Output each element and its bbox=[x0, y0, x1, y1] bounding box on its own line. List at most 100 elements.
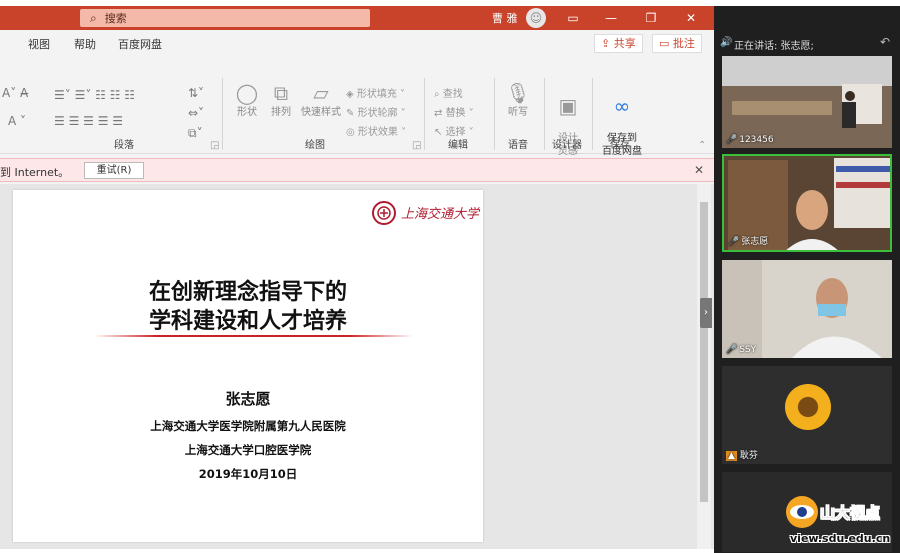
group-voice: 语音 bbox=[508, 140, 528, 151]
collapse-ribbon-icon[interactable]: ⌃ bbox=[698, 140, 706, 151]
share-icon: ⇪ bbox=[601, 37, 614, 50]
logo-text: 上海交通大学 bbox=[401, 207, 480, 222]
user-avatar-icon[interactable]: ☺ bbox=[526, 8, 546, 28]
shape-outline-option[interactable]: ✎ 形状轮廓 ˅ bbox=[346, 104, 406, 119]
shape-fill-option[interactable]: ◈ 形状填充 ˅ bbox=[346, 85, 405, 100]
text-color-icon[interactable]: A ˅ bbox=[8, 114, 26, 128]
microphone-icon: 🎤 bbox=[728, 237, 740, 247]
menu-help[interactable]: 帮助 bbox=[74, 36, 96, 52]
paint-bucket-icon: ◈ bbox=[346, 89, 357, 100]
retry-button[interactable]: 重试(R) bbox=[84, 162, 144, 179]
find-icon: ⌕ bbox=[434, 89, 443, 100]
group-separator bbox=[592, 78, 593, 150]
participant-tile-3[interactable]: 🎤 SSY bbox=[722, 260, 892, 358]
participant-tile-4[interactable]: ▲ 耿芬 bbox=[722, 366, 892, 464]
group-drawing: 绘图 bbox=[305, 140, 325, 151]
slide-title-line1: 在创新理念指导下的 bbox=[148, 280, 347, 305]
menu-bar: 视图 帮助 百度网盘 ⇪ 共享 ▭ 批注 bbox=[0, 30, 714, 56]
sunflower-avatar bbox=[785, 384, 831, 430]
replace-option[interactable]: ⇄ 替换 ˅ bbox=[434, 104, 474, 119]
comment-button[interactable]: ▭ 批注 bbox=[652, 34, 702, 53]
effects-icon: ◎ bbox=[346, 127, 358, 138]
group-separator bbox=[544, 78, 545, 150]
group-paragraph: 段落 bbox=[114, 140, 134, 151]
baidu-netdisk-icon: ∞ bbox=[613, 94, 631, 118]
university-logo: 上海交通大学 bbox=[371, 198, 481, 228]
quick-styles-button[interactable]: ▱ 快速样式 bbox=[298, 80, 344, 119]
participant-tile-2-active[interactable]: 🎤 张志愿 bbox=[722, 154, 892, 252]
ribbon-display-icon[interactable]: ▭ bbox=[562, 8, 584, 28]
eye-logo-icon bbox=[786, 496, 818, 528]
shapes-label: 形状 bbox=[237, 107, 257, 118]
drawing-launcher-icon[interactable]: ◲ bbox=[412, 140, 421, 151]
quick-styles-icon: ▱ bbox=[313, 81, 329, 105]
shape-effects-option[interactable]: ◎ 形状效果 ˅ bbox=[346, 123, 406, 138]
close-icon[interactable]: ✕ bbox=[694, 163, 704, 177]
ribbon: A˅ A̶ A ˅ ☰˅ ☰˅ ☷ ☷ ☷ ☰ ☰ ☰ ☰ ☰ ⇅˅ ⇔˅ ⧉˅… bbox=[0, 56, 714, 157]
slide[interactable]: 上海交通大学 在创新理念指导下的 学科建设和人才培养 张志愿 上海交通大学医学院… bbox=[13, 190, 483, 542]
menu-baidu-netdisk[interactable]: 百度网盘 bbox=[118, 36, 162, 52]
watermark-url: view.sdu.edu.cn bbox=[790, 532, 891, 545]
watermark-title: 山大视点 bbox=[820, 504, 881, 523]
align-icon[interactable]: ☰ ☰ ☰ ☰ ☰ bbox=[54, 114, 123, 128]
group-editing: 编辑 bbox=[448, 140, 468, 151]
search-placeholder: 搜索 bbox=[104, 12, 127, 25]
share-button[interactable]: ⇪ 共享 bbox=[594, 34, 643, 53]
meeting-panel: 🔊 正在讲话: 张志愿; ↶ 🎤 123456 🎤 张志愿 🎤 SSY ▲ 耿芬 bbox=[714, 6, 900, 553]
panel-collapse-handle[interactable]: › bbox=[700, 298, 712, 328]
group-save: 保存 bbox=[610, 140, 630, 151]
dictate-label: 听写 bbox=[508, 107, 528, 118]
minimize-icon[interactable]: — bbox=[600, 8, 622, 28]
participant-tile-1[interactable]: 🎤 123456 bbox=[722, 56, 892, 148]
arrange-button[interactable]: ⧉ 排列 bbox=[266, 80, 296, 119]
restore-icon[interactable]: ❐ bbox=[640, 8, 662, 28]
slide-title-line2: 学科建设和人才培养 bbox=[148, 309, 347, 334]
back-icon[interactable]: ↶ bbox=[880, 35, 890, 49]
user-badge-icon: ▲ bbox=[726, 451, 737, 461]
participant-name: ▲ 耿芬 bbox=[726, 451, 758, 461]
group-designer: 设计器 bbox=[552, 140, 582, 151]
powerpoint-window: ⌕ 搜索 曹 雅 ☺ ▭ — ❐ ✕ 视图 帮助 百度网盘 ⇪ 共享 ▭ 批注 … bbox=[0, 6, 714, 549]
arrange-label: 排列 bbox=[271, 107, 291, 118]
affiliation-line2: 上海交通大学口腔医学院 bbox=[184, 443, 312, 457]
title-divider bbox=[93, 335, 413, 337]
bullets-icon[interactable]: ☰˅ ☰˅ ☷ ☷ ☷ bbox=[54, 88, 135, 102]
close-icon[interactable]: ✕ bbox=[680, 8, 702, 28]
message-text: 到 Internet。 bbox=[0, 166, 70, 179]
title-bar: ⌕ 搜索 曹 雅 ☺ ▭ — ❐ ✕ bbox=[0, 6, 714, 30]
font-color-icon[interactable]: A˅ A̶ bbox=[2, 86, 28, 100]
menu-view[interactable]: 视图 bbox=[28, 36, 50, 52]
vertical-scrollbar[interactable] bbox=[697, 184, 711, 549]
shapes-icon: ◯ bbox=[235, 81, 259, 105]
speaking-indicator: 正在讲话: 张志愿; bbox=[734, 41, 814, 52]
search-box[interactable]: ⌕ 搜索 bbox=[80, 9, 370, 27]
quick-styles-label: 快速样式 bbox=[301, 107, 341, 118]
find-option[interactable]: ⌕ 查找 bbox=[434, 85, 463, 100]
mic-muted-icon: 🎤 bbox=[726, 345, 738, 355]
share-label: 共享 bbox=[613, 37, 636, 50]
comment-label: 批注 bbox=[672, 37, 695, 50]
group-separator bbox=[222, 78, 223, 150]
text-direction-icon[interactable]: ⇅˅ bbox=[188, 86, 204, 100]
affiliation-line1: 上海交通大学医学院附属第九人民医院 bbox=[150, 419, 346, 433]
participant-name: 🎤 123456 bbox=[726, 135, 774, 145]
presentation-date: 2019年10月10日 bbox=[198, 467, 298, 481]
search-icon: ⌕ bbox=[90, 10, 97, 25]
screen: ⌕ 搜索 曹 雅 ☺ ▭ — ❐ ✕ 视图 帮助 百度网盘 ⇪ 共享 ▭ 批注 … bbox=[0, 0, 900, 553]
paragraph-launcher-icon[interactable]: ◲ bbox=[210, 140, 219, 151]
smartart-icon[interactable]: ⧉˅ bbox=[188, 126, 203, 141]
presenter-name: 张志愿 bbox=[225, 390, 271, 408]
dictate-button[interactable]: 🎙 听写 bbox=[500, 80, 536, 119]
comment-icon: ▭ bbox=[659, 37, 673, 50]
pen-icon: ✎ bbox=[346, 108, 358, 119]
group-separator bbox=[494, 78, 495, 150]
user-name[interactable]: 曹 雅 bbox=[492, 10, 518, 26]
microphone-icon: 🎙 bbox=[505, 81, 531, 105]
scrollbar-thumb[interactable] bbox=[700, 202, 708, 502]
slide-editing-area: 上海交通大学 在创新理念指导下的 学科建设和人才培养 张志愿 上海交通大学医学院… bbox=[0, 184, 714, 549]
align-text-icon[interactable]: ⇔˅ bbox=[188, 106, 204, 120]
watermark: 山大视点 view.sdu.edu.cn bbox=[780, 488, 900, 550]
message-bar: 到 Internet。 重试(R) ✕ bbox=[0, 158, 714, 182]
shapes-button[interactable]: ◯ 形状 bbox=[230, 80, 264, 119]
replace-icon: ⇄ bbox=[434, 108, 446, 119]
